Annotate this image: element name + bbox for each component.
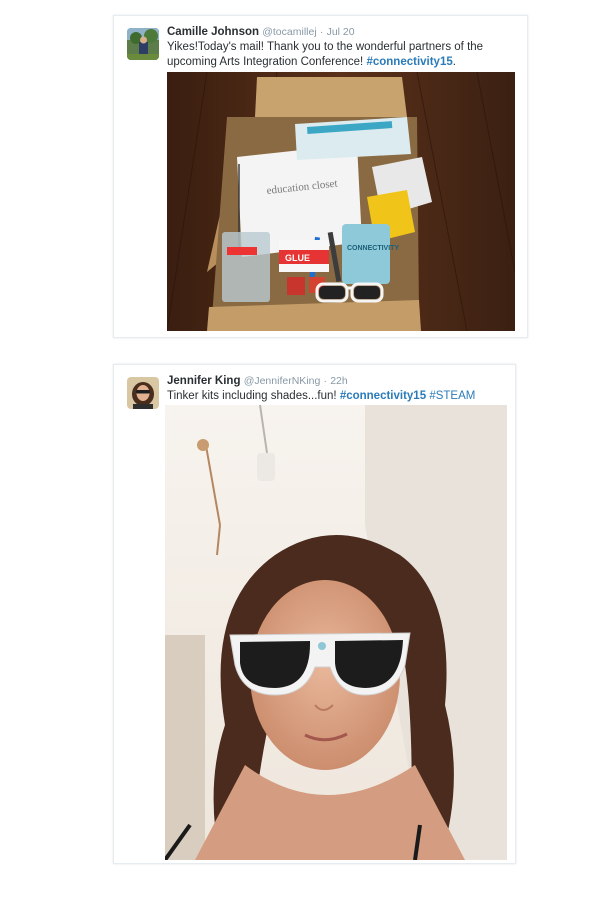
tweet-text: Yikes!Today's mail! Thank you to the won… <box>167 40 515 70</box>
separator-dot: · <box>319 26 324 38</box>
glue-label: GLUE <box>285 253 310 263</box>
author-fullname[interactable]: Jennifer King <box>167 375 240 387</box>
can-label: CONNECTIVITY <box>347 245 399 252</box>
tweet-text-end: . <box>452 56 456 68</box>
tweet-photo-selfie[interactable] <box>165 405 507 860</box>
tweet-timestamp[interactable]: Jul 20 <box>327 26 355 38</box>
author-username[interactable]: @JenniferNKing <box>244 375 321 387</box>
tweet-timestamp[interactable]: 22h <box>330 375 348 387</box>
hashtag-link-connectivity15[interactable]: #connectivity15 <box>340 390 426 402</box>
separator-dot: · <box>323 375 328 387</box>
avatar-camille[interactable] <box>127 28 159 60</box>
tweet-card-camille[interactable]: Camille Johnson @tocamillej · Jul 20 Yik… <box>113 15 528 338</box>
author-fullname[interactable]: Camille Johnson <box>167 26 259 38</box>
hashtag-link-steam[interactable]: #STEAM <box>429 390 475 402</box>
tweet-text-body: Tinker kits including shades...fun! <box>167 390 340 402</box>
tweet-header: Jennifer King @JenniferNKing · 22h <box>167 374 505 388</box>
tweet-card-jennifer[interactable]: Jennifer King @JenniferNKing · 22h Tinke… <box>113 364 516 864</box>
hashtag-link[interactable]: #connectivity15 <box>366 56 452 68</box>
author-username[interactable]: @tocamillej <box>262 26 316 38</box>
avatar-jennifer[interactable] <box>127 377 159 409</box>
tweet-photo-mailbox[interactable]: education closet CONNECTIVITY GLUE <box>167 72 515 331</box>
tweet-text: Tinker kits including shades...fun! #con… <box>167 389 503 404</box>
tweet-header: Camille Johnson @tocamillej · Jul 20 <box>167 25 517 39</box>
